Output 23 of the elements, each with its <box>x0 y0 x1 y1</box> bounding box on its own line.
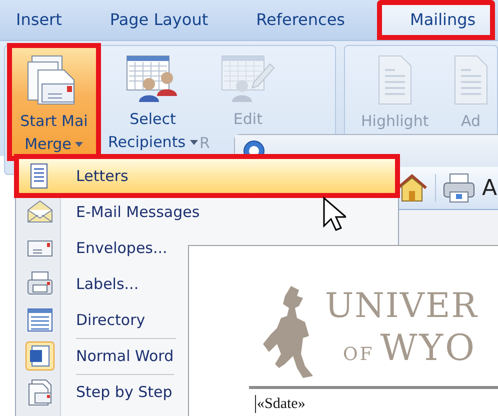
logo-text: OF <box>343 344 374 365</box>
menu-item[interactable]: Directory <box>18 302 148 338</box>
menu-item[interactable]: Envelopes... <box>18 230 170 266</box>
logo-text: UNIVER <box>325 285 478 328</box>
printer-icon <box>442 172 476 204</box>
caret-icon <box>190 140 198 145</box>
menu-item[interactable]: E-Mail Messages <box>18 194 202 230</box>
ribbon-tab[interactable]: Insert <box>4 0 74 40</box>
mouse-pointer-icon <box>322 196 346 232</box>
caret-icon <box>75 142 84 147</box>
ribbon-button[interactable]: Select Recipients <box>104 46 202 156</box>
ribbon-tab[interactable]: References <box>244 0 358 40</box>
menu-item[interactable]: Letters <box>18 158 396 194</box>
logo-text: WYO <box>380 328 477 370</box>
table-pencil-icon <box>220 54 276 104</box>
toolbar-label: A <box>482 176 498 200</box>
merge-field: «Sdate» <box>255 395 498 413</box>
button-label: R <box>200 133 210 154</box>
ribbon-button[interactable]: Start Mai Merge <box>10 46 98 158</box>
ribbon-tab[interactable]: Page Layout <box>98 0 220 40</box>
menu-item[interactable]: Labels... <box>18 266 141 302</box>
word-document-icon <box>25 341 55 371</box>
ribbon-tab[interactable]: Mailings <box>377 0 495 40</box>
